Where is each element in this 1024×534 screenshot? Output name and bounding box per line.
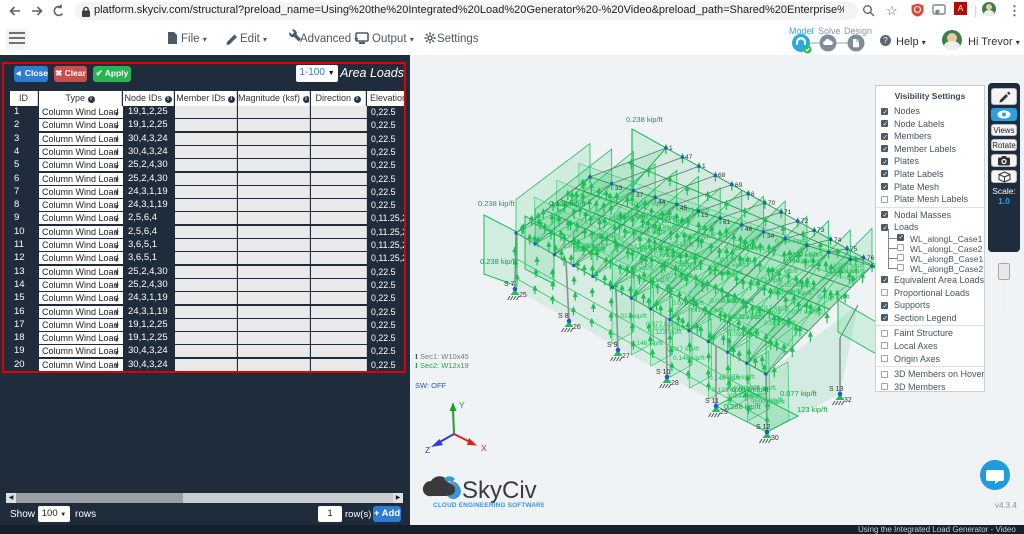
svg-text:0.146 kip/ft: 0.146 kip/ft xyxy=(673,355,705,362)
svg-text:0.146 kip/ft: 0.146 kip/ft xyxy=(692,307,724,314)
svg-text:27: 27 xyxy=(622,353,630,360)
svg-text:0.123 kip/ft: 0.123 kip/ft xyxy=(751,277,783,284)
svg-text:0.031 kip/ft: 0.031 kip/ft xyxy=(638,277,670,284)
svg-text:S 7: S 7 xyxy=(504,281,515,288)
svg-text:0.017 kip/ft: 0.017 kip/ft xyxy=(787,252,819,259)
svg-text:S 9: S 9 xyxy=(607,342,618,349)
svg-text:0.146 kip/ft: 0.146 kip/ft xyxy=(621,265,653,272)
svg-text:0.017 kip/ft: 0.017 kip/ft xyxy=(667,346,699,353)
svg-text:26: 26 xyxy=(573,324,581,331)
svg-text:0.288 kip/ft: 0.288 kip/ft xyxy=(724,402,762,411)
svg-text:74: 74 xyxy=(834,237,842,244)
svg-text:SkyCiv: SkyCiv xyxy=(462,477,537,504)
svg-text:0.031 kip/ft: 0.031 kip/ft xyxy=(833,268,865,275)
svg-text:0.075 kip/ft: 0.075 kip/ft xyxy=(684,233,716,240)
svg-text:75: 75 xyxy=(850,246,858,253)
svg-text:34: 34 xyxy=(767,233,775,240)
svg-text:CLOUD ENGINEERING SOFTWARE: CLOUD ENGINEERING SOFTWARE xyxy=(433,502,544,509)
svg-text:0.077 kip/ft: 0.077 kip/ft xyxy=(764,320,796,327)
svg-text:Z: Z xyxy=(425,445,430,455)
svg-text:0.031 kip/ft: 0.031 kip/ft xyxy=(710,298,742,305)
svg-text:0.077 kip/ft: 0.077 kip/ft xyxy=(574,247,606,254)
svg-text:1: 1 xyxy=(702,163,706,170)
svg-text:68: 68 xyxy=(718,172,726,179)
svg-text:71: 71 xyxy=(784,209,792,216)
svg-text:0.017 kip/ft: 0.017 kip/ft xyxy=(732,385,770,394)
svg-text:33: 33 xyxy=(615,185,623,192)
svg-text:0.077 kip/ft: 0.077 kip/ft xyxy=(725,244,757,251)
svg-text:15: 15 xyxy=(701,212,709,219)
svg-text:46: 46 xyxy=(745,226,753,233)
svg-text:0.123 kip/ft: 0.123 kip/ft xyxy=(549,199,587,208)
svg-text:44: 44 xyxy=(658,199,666,206)
svg-text:0.238 kip/ft: 0.238 kip/ft xyxy=(478,199,516,208)
svg-text:0.075 kip/ft: 0.075 kip/ft xyxy=(672,300,704,307)
svg-text:0.146 kip/ft: 0.146 kip/ft xyxy=(634,229,666,236)
svg-text:0.077 kip/ft: 0.077 kip/ft xyxy=(780,389,818,398)
svg-text:0.017 kip/ft: 0.017 kip/ft xyxy=(665,261,697,268)
svg-text:Y: Y xyxy=(459,400,465,410)
svg-text:6: 6 xyxy=(751,191,755,198)
svg-text:0.017 kip/ft: 0.017 kip/ft xyxy=(786,309,818,316)
svg-text:32: 32 xyxy=(844,397,852,404)
svg-text:25: 25 xyxy=(519,292,527,299)
svg-text:70: 70 xyxy=(768,200,776,207)
svg-text:0.017 kip/ft: 0.017 kip/ft xyxy=(615,313,647,320)
svg-text:1: 1 xyxy=(669,145,673,152)
svg-text:45: 45 xyxy=(680,205,688,212)
svg-text:0.146 kip/ft: 0.146 kip/ft xyxy=(775,238,807,245)
svg-text:73: 73 xyxy=(817,227,825,234)
svg-text:76: 76 xyxy=(867,255,875,262)
svg-text:0.146 kip/ft: 0.146 kip/ft xyxy=(711,270,743,277)
svg-text:0.146 kip/ft: 0.146 kip/ft xyxy=(749,309,781,316)
svg-text:X: X xyxy=(481,443,487,453)
svg-text:28: 28 xyxy=(671,380,679,387)
svg-text:0.031 kip/ft: 0.031 kip/ft xyxy=(780,290,812,297)
svg-text:0.031 kip/ft: 0.031 kip/ft xyxy=(728,331,760,338)
svg-text:0.146 kip/ft: 0.146 kip/ft xyxy=(714,262,746,269)
svg-text:0.077 kip/ft: 0.077 kip/ft xyxy=(646,321,678,328)
svg-text:0.075 kip/ft: 0.075 kip/ft xyxy=(662,242,694,249)
svg-text:47: 47 xyxy=(685,154,693,161)
svg-text:37: 37 xyxy=(636,192,644,199)
svg-text:0.238 kip/ft: 0.238 kip/ft xyxy=(480,257,518,266)
svg-text:S 12: S 12 xyxy=(756,424,771,431)
svg-text:0.146 kip/ft: 0.146 kip/ft xyxy=(783,258,815,265)
svg-text:123 kip/ft: 123 kip/ft xyxy=(797,405,828,414)
svg-text:S 10: S 10 xyxy=(656,369,671,376)
svg-text:0.075 kip/ft: 0.075 kip/ft xyxy=(723,374,755,381)
svg-text:69: 69 xyxy=(735,182,743,189)
svg-text:S 13: S 13 xyxy=(829,386,844,393)
svg-text:30: 30 xyxy=(771,435,779,442)
svg-text:0.075 kip/ft: 0.075 kip/ft xyxy=(818,294,850,301)
svg-text:0.017 kip/ft: 0.017 kip/ft xyxy=(766,268,798,275)
svg-text:0.077 kip/ft: 0.077 kip/ft xyxy=(589,233,621,240)
svg-text:0.238 kip/ft: 0.238 kip/ft xyxy=(626,115,664,124)
svg-text:0.146 kip/ft: 0.146 kip/ft xyxy=(631,340,663,347)
svg-text:S 11: S 11 xyxy=(705,398,719,405)
svg-text:0.123 kip/ft: 0.123 kip/ft xyxy=(631,247,663,254)
svg-text:61: 61 xyxy=(723,219,731,226)
svg-text:S 8: S 8 xyxy=(558,313,569,320)
svg-text:72: 72 xyxy=(801,218,809,225)
svg-text:0.123 kip/ft: 0.123 kip/ft xyxy=(655,218,687,225)
